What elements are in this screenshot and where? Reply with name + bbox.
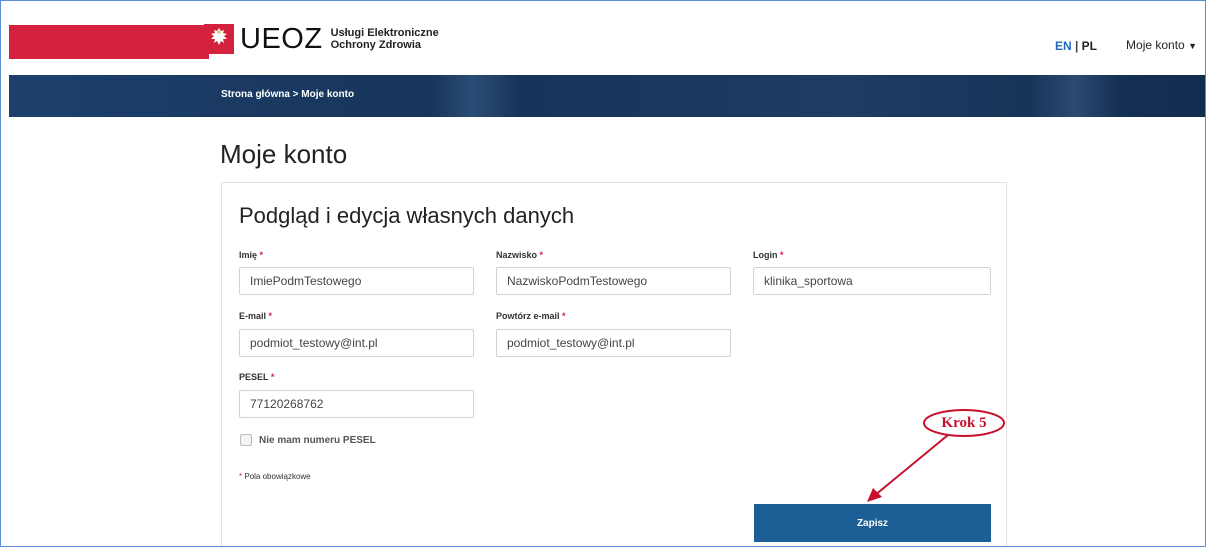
save-button[interactable]: Zapisz — [754, 504, 991, 542]
required-mark: * — [239, 472, 243, 481]
required-mark: * — [268, 311, 273, 321]
last-name-label-text: Nazwisko — [496, 250, 538, 260]
no-pesel-checkbox[interactable] — [240, 434, 252, 446]
account-menu[interactable]: Moje konto ▼ — [1126, 38, 1197, 52]
email-repeat-input[interactable]: podmiot_testowy@int.pl — [496, 329, 731, 357]
brand-name: UEOZ — [240, 23, 323, 55]
brand-subtitle-line1: Usługi Elektroniczne — [330, 27, 439, 39]
login-label: Login * — [753, 250, 784, 260]
pesel-label-text: PESEL — [239, 372, 269, 382]
language-switcher: EN | PL — [1055, 39, 1097, 53]
required-mark: * — [259, 250, 264, 260]
last-name-input[interactable]: NazwiskoPodmTestowego — [496, 267, 731, 295]
required-mark: * — [270, 372, 275, 382]
required-fields-note: * Pola obowiązkowe — [239, 472, 311, 481]
email-input[interactable]: podmiot_testowy@int.pl — [239, 329, 474, 357]
pesel-label: PESEL * — [239, 372, 274, 382]
page-title: Moje konto — [220, 139, 348, 169]
browser-frame: UEOZ Usługi Elektroniczne Ochrony Zdrowi… — [0, 0, 1206, 547]
decorative-streak — [429, 75, 519, 117]
site-logo[interactable]: UEOZ Usługi Elektroniczne Ochrony Zdrowi… — [204, 24, 439, 54]
breadcrumb-bar: Strona główna > Moje konto — [9, 75, 1205, 117]
top-header: UEOZ Usługi Elektroniczne Ochrony Zdrowi… — [9, 9, 1205, 75]
chevron-down-icon: ▼ — [1188, 41, 1197, 51]
required-mark: * — [539, 250, 544, 260]
form-title: Podgląd i edycja własnych danych — [239, 203, 575, 228]
first-name-label-text: Imię — [239, 250, 258, 260]
email-repeat-label-text: Powtórz e-mail — [496, 311, 560, 321]
step-callout-label: Krok 5 — [941, 415, 987, 431]
login-label-text: Login — [753, 250, 778, 260]
no-pesel-label: Nie mam numeru PESEL — [259, 434, 376, 446]
login-input[interactable]: klinika_sportowa — [753, 267, 991, 295]
brand-red-band — [9, 25, 209, 59]
lang-separator: | — [1074, 39, 1079, 53]
email-label: E-mail * — [239, 311, 272, 321]
first-name-label: Imię * — [239, 250, 263, 260]
no-pesel-option[interactable]: Nie mam numeru PESEL — [240, 434, 376, 446]
required-mark: * — [780, 250, 784, 260]
pesel-input[interactable]: 77120268762 — [239, 390, 474, 418]
first-name-input[interactable]: ImiePodmTestowego — [239, 267, 474, 295]
email-label-text: E-mail — [239, 311, 267, 321]
required-mark: * — [562, 311, 566, 321]
lang-en-link[interactable]: EN — [1055, 39, 1072, 53]
decorative-streak — [1029, 75, 1119, 117]
required-note-text: Pola obowiązkowe — [244, 472, 311, 481]
eagle-emblem-icon — [204, 24, 234, 54]
brand-subtitle-line2: Ochrony Zdrowia — [330, 39, 422, 51]
account-form-card: Podgląd i edycja własnych danych Imię * … — [221, 182, 1007, 546]
lang-pl-link[interactable]: PL — [1082, 39, 1097, 53]
breadcrumb[interactable]: Strona główna > Moje konto — [221, 89, 354, 100]
brand-subtitle: Usługi Elektroniczne Ochrony Zdrowia — [331, 27, 439, 51]
email-repeat-label: Powtórz e-mail * — [496, 311, 566, 321]
account-menu-label: Moje konto — [1126, 38, 1185, 52]
last-name-label: Nazwisko * — [496, 250, 543, 260]
